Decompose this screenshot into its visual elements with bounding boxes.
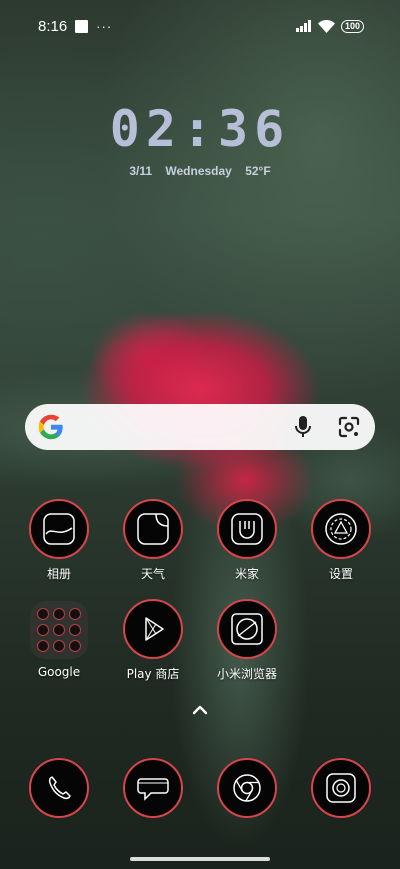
microphone-icon[interactable] [291,415,315,439]
mini-app-icon [53,608,65,620]
signal-icon [295,20,311,32]
mini-app-icon [69,640,81,652]
dock-camera[interactable] [296,758,386,818]
app-play-store[interactable]: Play 商店 [108,599,198,682]
status-time: 8:16 [38,17,68,35]
notification-square-icon [75,19,89,33]
mijia-icon [217,499,277,559]
mini-app-icon [37,624,49,636]
clock-widget-date-row[interactable]: 3/11 Wednesday 52°F [0,164,400,178]
home-gesture-bar[interactable] [130,857,270,861]
clock-temperature: 52°F [245,164,271,178]
app-label: Google [37,665,81,679]
play-store-icon [123,599,183,659]
mini-app-icon [37,640,49,652]
chevron-up-icon[interactable] [188,698,212,722]
gallery-icon [29,499,89,559]
google-folder-icon [30,601,88,659]
app-gallery[interactable]: 相册 [14,499,104,582]
app-label: 天气 [140,567,165,581]
google-g-icon [38,414,63,440]
more-notifications-icon: ··· [96,18,113,34]
app-label: 相册 [46,567,71,581]
mini-app-icon [69,608,81,620]
mi-browser-icon [217,599,277,659]
weather-icon [123,499,183,559]
app-settings[interactable]: 设置 [296,499,386,582]
battery-indicator: 100 [340,19,364,33]
app-google-folder[interactable]: Google [14,601,104,679]
dock-chrome[interactable] [202,758,292,818]
clock-widget-time[interactable]: 02:36 [0,100,400,158]
clock-date: 3/11 [129,164,153,178]
phone-icon [29,758,89,818]
mini-app-icon [53,640,65,652]
google-search-bar[interactable] [25,404,375,450]
clock-weekday: Wednesday [165,164,232,178]
app-mi-browser[interactable]: 小米浏览器 [202,599,292,682]
app-label: 小米浏览器 [216,667,277,681]
app-label: Play 商店 [126,667,180,681]
camera-icon [311,758,371,818]
mini-app-icon [37,608,49,620]
status-bar: 8:16 ··· 100 [0,0,400,52]
app-label: 设置 [328,567,353,581]
status-right: 100 [295,19,364,33]
app-label: 米家 [234,567,259,581]
status-left: 8:16 ··· [38,18,112,35]
dock-phone[interactable] [14,758,104,818]
wifi-icon [317,19,335,33]
app-weather[interactable]: 天气 [108,499,198,582]
dock-messages[interactable] [108,758,198,818]
chrome-icon [217,758,277,818]
google-lens-icon[interactable] [337,415,361,439]
messages-icon [123,758,183,818]
mini-app-icon [53,624,65,636]
mini-app-icon [69,624,81,636]
settings-icon [311,499,371,559]
app-mijia[interactable]: 米家 [202,499,292,582]
